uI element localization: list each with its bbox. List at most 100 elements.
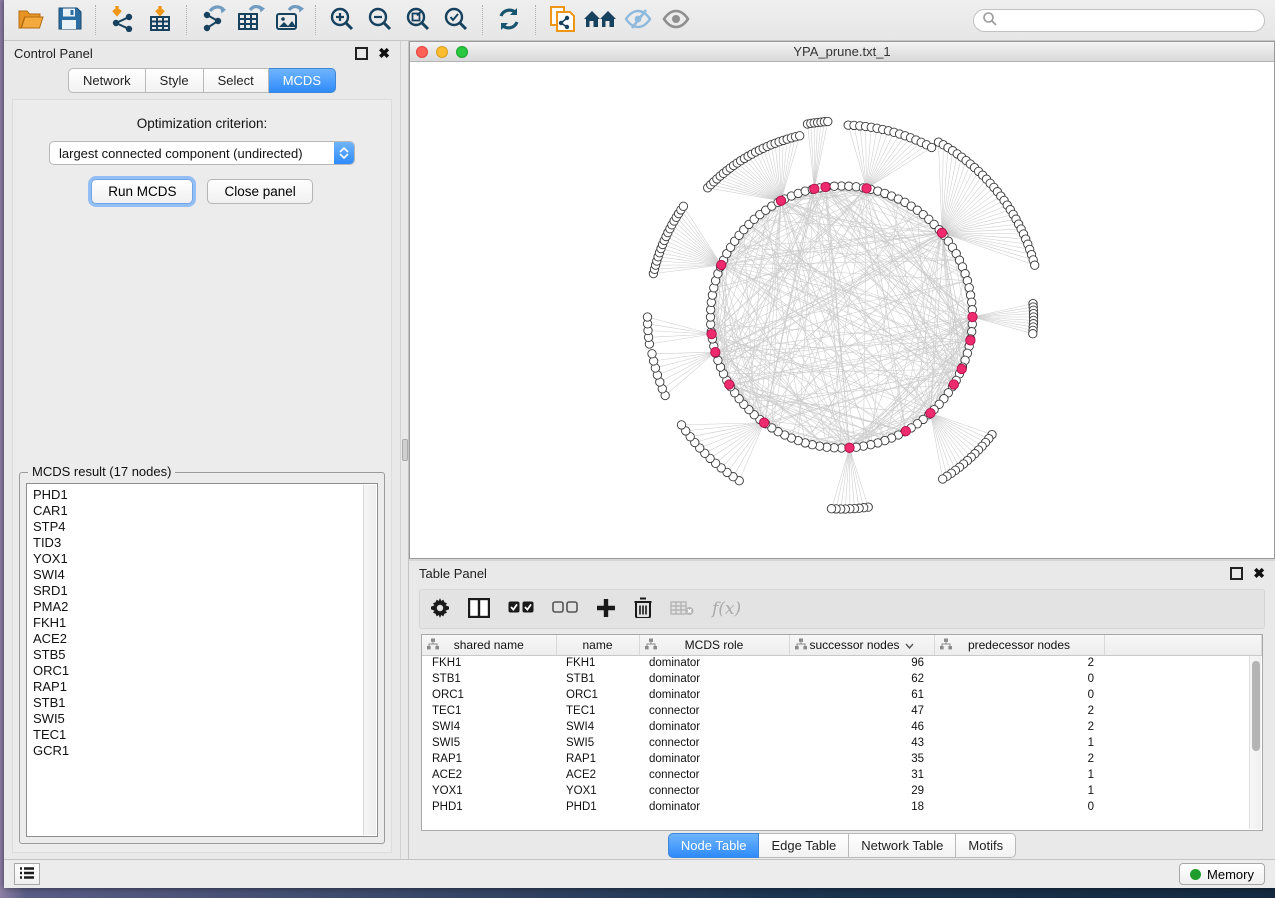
table-cell[interactable]: RAP1 xyxy=(422,751,556,767)
export-table-button[interactable] xyxy=(234,3,268,37)
control-panel-close-icon[interactable]: ✖ xyxy=(378,47,390,60)
table-row[interactable]: ACE2ACE2connector311 xyxy=(422,767,1262,783)
hide-selected-button[interactable] xyxy=(621,3,655,37)
table-cell[interactable]: 2 xyxy=(934,703,1104,719)
table-cell[interactable]: SWI4 xyxy=(556,719,639,735)
table-cell[interactable]: connector xyxy=(639,767,789,783)
control-panel-float-button[interactable] xyxy=(355,47,368,60)
refresh-button[interactable] xyxy=(492,3,526,37)
tab-style[interactable]: Style xyxy=(146,68,204,93)
table-cell[interactable]: 1 xyxy=(934,767,1104,783)
table-cell[interactable]: 29 xyxy=(789,783,934,799)
splitter-grip[interactable] xyxy=(402,439,408,461)
table-row[interactable]: PHD1PHD1dominator180 xyxy=(422,799,1262,815)
table-cell[interactable]: 61 xyxy=(789,687,934,703)
import-table-button[interactable] xyxy=(143,3,177,37)
table-cell[interactable]: connector xyxy=(639,783,789,799)
table-cell[interactable]: dominator xyxy=(639,655,789,671)
search-input[interactable] xyxy=(998,13,1256,27)
table-row[interactable]: SWI5SWI5connector431 xyxy=(422,735,1262,751)
open-file-button[interactable] xyxy=(14,3,48,37)
table-row[interactable]: FKH1FKH1dominator962 xyxy=(422,655,1262,671)
table-cell[interactable]: 0 xyxy=(934,671,1104,687)
panel-splitter[interactable] xyxy=(400,41,409,859)
table-row[interactable]: TEC1TEC1connector472 xyxy=(422,703,1262,719)
network-canvas[interactable] xyxy=(410,62,1274,558)
delete-column-button[interactable] xyxy=(634,597,652,621)
table-cell[interactable]: 62 xyxy=(789,671,934,687)
tab-edge-table[interactable]: Edge Table xyxy=(759,833,849,858)
table-cell[interactable]: ORC1 xyxy=(422,687,556,703)
table-cell[interactable]: FKH1 xyxy=(422,655,556,671)
table-row[interactable]: YOX1YOX1connector291 xyxy=(422,783,1262,799)
window-minimize-icon[interactable] xyxy=(436,46,448,58)
table-cell[interactable]: dominator xyxy=(639,751,789,767)
mcds-result-item[interactable]: RAP1 xyxy=(33,679,377,695)
mcds-result-item[interactable]: ORC1 xyxy=(33,663,377,679)
table-cell[interactable]: PHD1 xyxy=(556,799,639,815)
table-cell[interactable]: 1 xyxy=(934,783,1104,799)
mcds-result-item[interactable]: STB5 xyxy=(33,647,377,663)
select-all-button[interactable] xyxy=(508,601,534,617)
table-body[interactable]: FKH1FKH1dominator962STB1STB1dominator620… xyxy=(422,655,1262,815)
mcds-result-item[interactable]: GCR1 xyxy=(33,743,377,759)
table-row[interactable]: ORC1ORC1dominator610 xyxy=(422,687,1262,703)
table-cell[interactable]: 0 xyxy=(934,687,1104,703)
table-cell[interactable]: PHD1 xyxy=(422,799,556,815)
deselect-all-button[interactable] xyxy=(552,601,578,617)
mcds-result-item[interactable]: ACE2 xyxy=(33,631,377,647)
log-console-button[interactable] xyxy=(14,863,40,885)
table-cell[interactable]: 2 xyxy=(934,719,1104,735)
table-cell[interactable]: YOX1 xyxy=(422,783,556,799)
column-header[interactable]: shared name xyxy=(422,635,556,655)
table-cell[interactable]: 35 xyxy=(789,751,934,767)
split-columns-button[interactable] xyxy=(468,598,490,621)
mcds-result-list[interactable]: PHD1CAR1STP4TID3YOX1SWI4SRD1PMA2FKH1ACE2… xyxy=(26,483,378,837)
mcds-result-item[interactable]: PHD1 xyxy=(33,487,377,503)
table-cell[interactable]: SWI4 xyxy=(422,719,556,735)
table-row[interactable]: STB1STB1dominator620 xyxy=(422,671,1262,687)
mcds-result-item[interactable]: PMA2 xyxy=(33,599,377,615)
column-header[interactable]: predecessor nodes xyxy=(934,635,1104,655)
table-cell[interactable]: connector xyxy=(639,735,789,751)
mcds-result-item[interactable]: SWI4 xyxy=(33,567,377,583)
table-cell[interactable]: YOX1 xyxy=(556,783,639,799)
table-cell[interactable]: FKH1 xyxy=(556,655,639,671)
duplicate-network-button[interactable] xyxy=(545,3,579,37)
first-neighbors-button[interactable] xyxy=(583,3,617,37)
table-cell[interactable]: dominator xyxy=(639,719,789,735)
table-cell[interactable]: STB1 xyxy=(556,671,639,687)
table-cell[interactable]: TEC1 xyxy=(556,703,639,719)
zoom-fit-button[interactable] xyxy=(401,3,435,37)
zoom-in-button[interactable] xyxy=(325,3,359,37)
table-cell[interactable]: 46 xyxy=(789,719,934,735)
run-mcds-button[interactable]: Run MCDS xyxy=(91,179,193,204)
close-panel-button[interactable]: Close panel xyxy=(207,179,312,204)
mcds-result-item[interactable]: TEC1 xyxy=(33,727,377,743)
tab-mcds[interactable]: MCDS xyxy=(269,68,336,93)
table-scrollbar-thumb[interactable] xyxy=(1252,661,1260,751)
mcds-result-item[interactable]: TID3 xyxy=(33,535,377,551)
mcds-result-item[interactable]: CAR1 xyxy=(33,503,377,519)
table-cell[interactable]: 31 xyxy=(789,767,934,783)
window-zoom-icon[interactable] xyxy=(456,46,468,58)
table-cell[interactable]: SWI5 xyxy=(422,735,556,751)
table-row[interactable]: SWI4SWI4dominator462 xyxy=(422,719,1262,735)
mcds-result-item[interactable]: STB1 xyxy=(33,695,377,711)
tab-network-table[interactable]: Network Table xyxy=(849,833,956,858)
mcds-result-item[interactable]: FKH1 xyxy=(33,615,377,631)
network-window-titlebar[interactable]: YPA_prune.txt_1 xyxy=(410,42,1274,62)
tab-select[interactable]: Select xyxy=(204,68,269,93)
table-cell[interactable]: ORC1 xyxy=(556,687,639,703)
table-cell[interactable]: 2 xyxy=(934,751,1104,767)
window-close-icon[interactable] xyxy=(416,46,428,58)
table-cell[interactable]: RAP1 xyxy=(556,751,639,767)
show-all-button[interactable] xyxy=(659,3,693,37)
table-cell[interactable]: TEC1 xyxy=(422,703,556,719)
table-cell[interactable]: SWI5 xyxy=(556,735,639,751)
mcds-result-item[interactable]: STP4 xyxy=(33,519,377,535)
memory-button[interactable]: Memory xyxy=(1179,863,1265,885)
table-cell[interactable]: 0 xyxy=(934,799,1104,815)
export-image-button[interactable] xyxy=(272,3,306,37)
table-cell[interactable]: ACE2 xyxy=(422,767,556,783)
